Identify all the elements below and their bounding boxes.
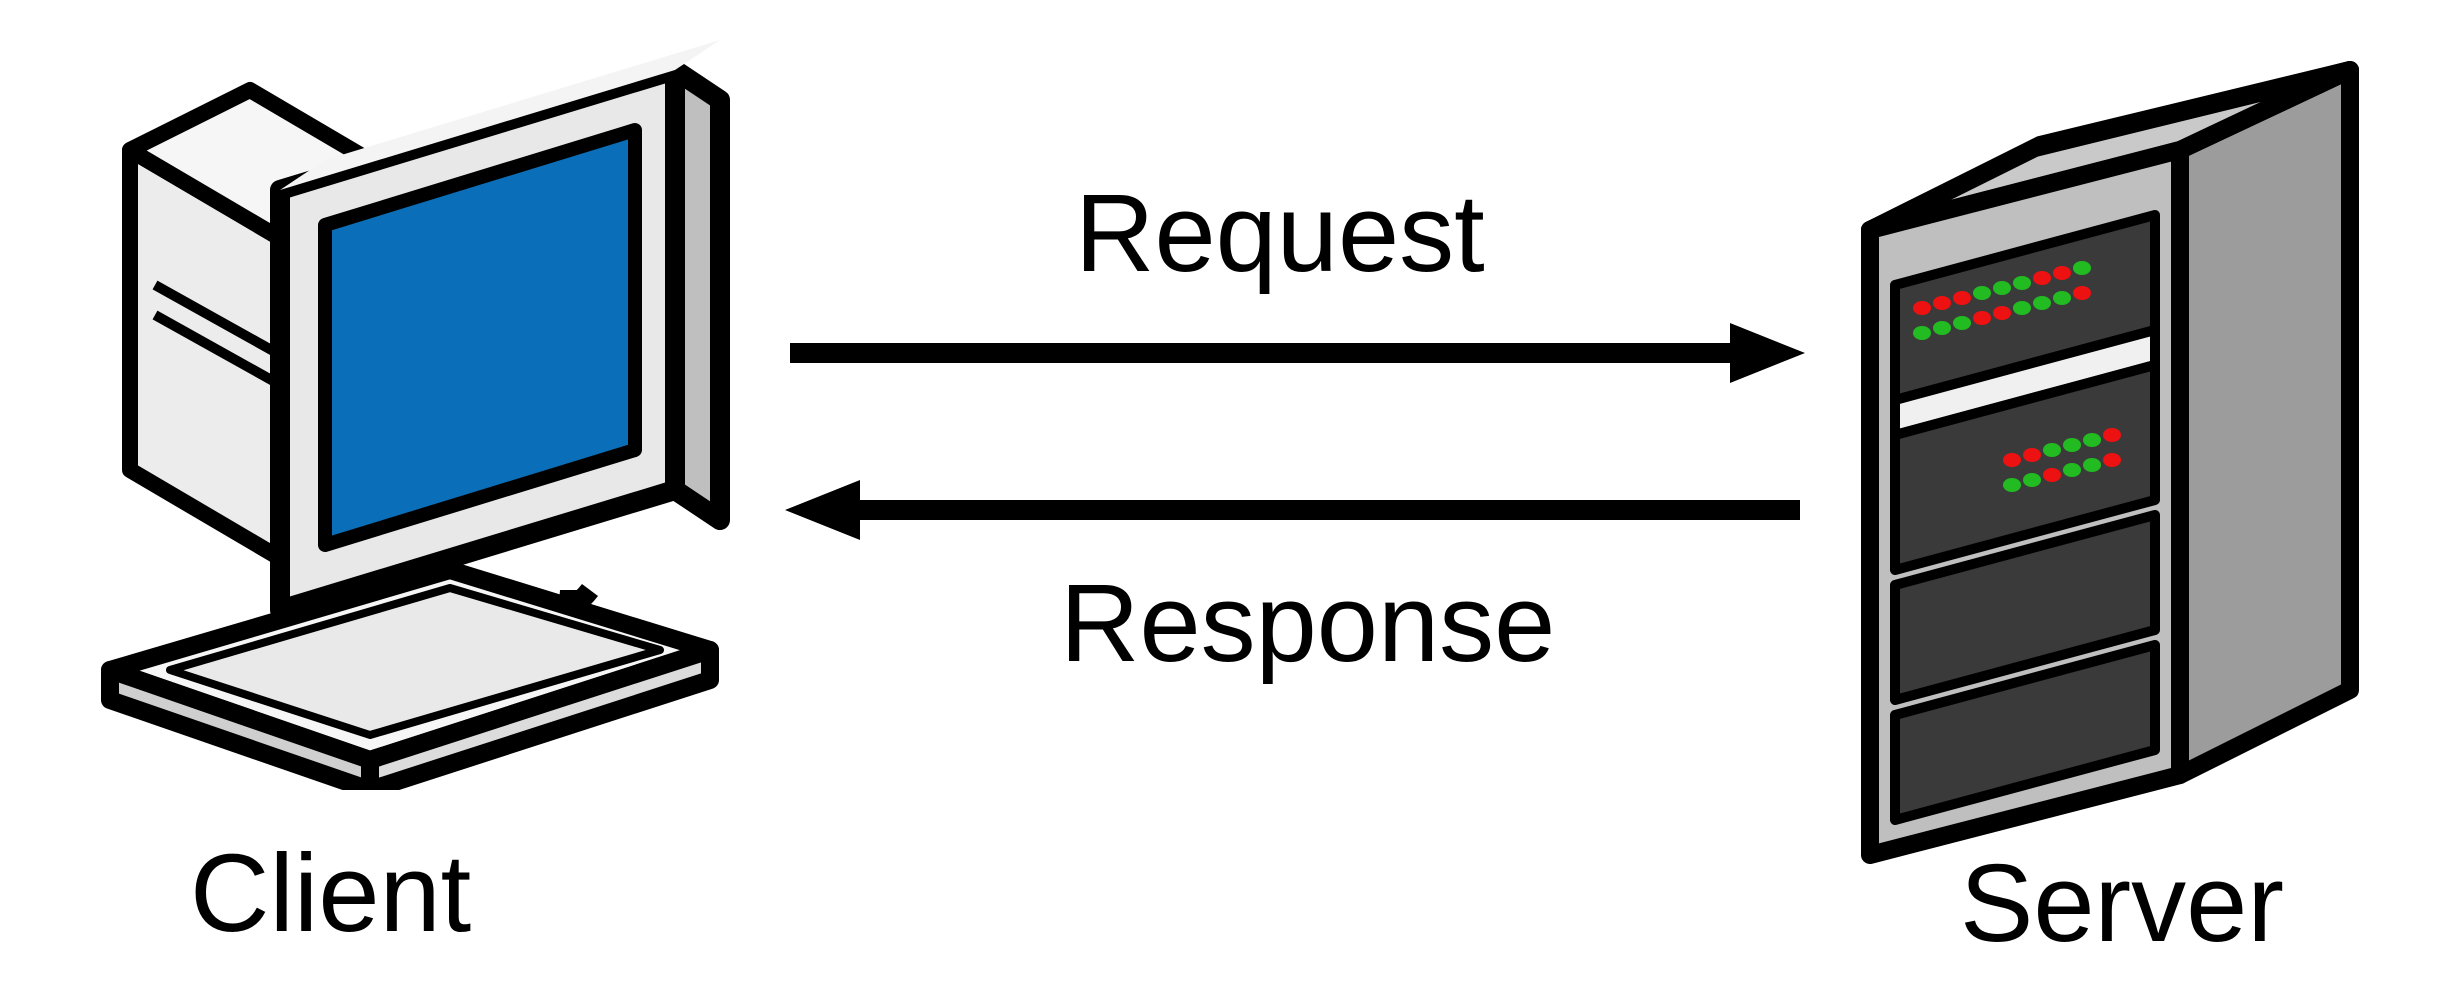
client-label: Client bbox=[190, 830, 471, 957]
client-icon bbox=[70, 30, 790, 790]
request-arrow-icon bbox=[780, 318, 1810, 388]
server-icon bbox=[1830, 30, 2390, 870]
request-label: Request bbox=[1075, 170, 1485, 297]
response-arrow-icon bbox=[780, 475, 1810, 545]
server-label: Server bbox=[1960, 840, 2284, 967]
response-label: Response bbox=[1060, 560, 1555, 687]
client-server-diagram: Request Response Client Server bbox=[0, 0, 2440, 988]
